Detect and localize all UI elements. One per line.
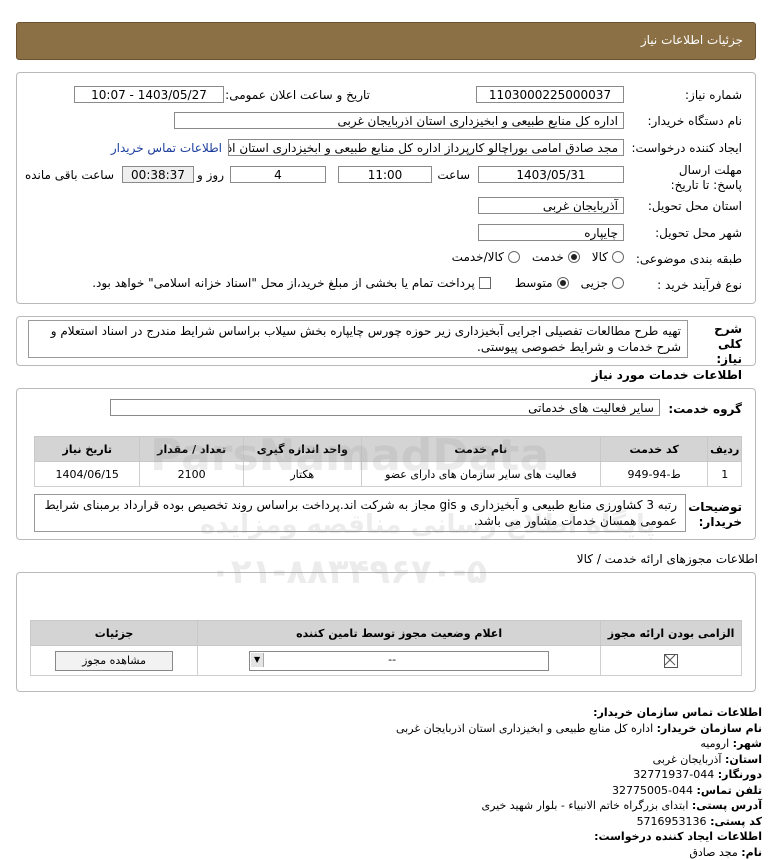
need-number-field: 1103000225000037 bbox=[476, 86, 624, 103]
service-group-field: سایر فعالیت های خدماتی bbox=[110, 399, 660, 416]
creator-name: نام: مجد صادق bbox=[12, 845, 762, 860]
category-option-goods[interactable]: کالا bbox=[592, 250, 624, 264]
days-label: روز و bbox=[197, 168, 224, 182]
buyer-label: نام دستگاه خریدار: bbox=[648, 114, 743, 128]
radio-goods-service[interactable] bbox=[508, 251, 520, 263]
contact-org: نام سازمان خریدار: اداره کل منابع طبیعی … bbox=[12, 721, 762, 737]
contact-province: استان: آذربایجان غربی bbox=[12, 752, 762, 768]
col-date: تاریخ نیاز bbox=[35, 437, 140, 462]
description-text: تهیه طرح مطالعات تفصیلی اجرایی آبخیزداری… bbox=[28, 320, 688, 358]
remaining-time-field: 00:38:37 bbox=[122, 166, 194, 183]
radio-goods[interactable] bbox=[612, 251, 624, 263]
deadline-time-label: ساعت bbox=[437, 168, 470, 182]
category-option-service[interactable]: خدمت bbox=[532, 250, 580, 264]
announce-date-field: 1403/05/27 - 10:07 bbox=[74, 86, 224, 103]
col-unit: واحد اندازه گیری bbox=[243, 437, 361, 462]
process-option-medium[interactable]: متوسط bbox=[515, 276, 569, 290]
service-group-label: گروه خدمت: bbox=[668, 402, 742, 416]
contact-phone: تلفن تماس: 044-32775005 bbox=[12, 783, 762, 799]
status-cell: -- ▼ bbox=[198, 646, 601, 676]
category-option-goods-service[interactable]: کالا/خدمت bbox=[452, 250, 520, 264]
description-label: شرح کلی نیاز: bbox=[706, 322, 742, 367]
province-field: آذربایجان غربی bbox=[478, 197, 624, 214]
col-row: ردیف bbox=[708, 437, 742, 462]
permits-title: اطلاعات مجوزهای ارائه خدمت / کالا bbox=[577, 552, 758, 566]
deadline-label: مهلت ارسال پاسخ: تا تاریخ: bbox=[652, 163, 742, 193]
page-title: جزئیات اطلاعات نیاز bbox=[641, 33, 743, 47]
cell-unit: هکتار bbox=[243, 462, 361, 487]
col-code: کد خدمت bbox=[600, 437, 708, 462]
col-name: نام خدمت bbox=[361, 437, 600, 462]
permits-table-header: الزامی بودن ارائه مجوز اعلام وضعیت مجوز … bbox=[31, 621, 742, 646]
view-permit-button[interactable]: مشاهده مجوز bbox=[55, 651, 173, 671]
services-table-header: ردیف کد خدمت نام خدمت واحد اندازه گیری ت… bbox=[35, 437, 742, 462]
required-cell bbox=[601, 646, 742, 676]
contact-address: آدرس پستی: ابتدای بزرگراه خاتم الانبیاء … bbox=[12, 798, 762, 814]
process-option-minor[interactable]: جزیی bbox=[581, 276, 624, 290]
buyer-field: اداره کل منابع طبیعی و ابخیزداری استان ا… bbox=[174, 112, 624, 129]
radio-medium[interactable] bbox=[557, 277, 569, 289]
category-label: طبقه بندی موضوعی: bbox=[636, 252, 742, 266]
creator-field: مجد صادق امامی بوراچالو کارپرداز اداره ک… bbox=[228, 139, 624, 156]
contact-postal: کد پستی: 5716953136 bbox=[12, 814, 762, 830]
creator-label: ایجاد کننده درخواست: bbox=[631, 141, 742, 155]
deadline-time-field: 11:00 bbox=[338, 166, 432, 183]
remaining-time-label: ساعت باقی مانده bbox=[25, 168, 114, 182]
page-header: جزئیات اطلاعات نیاز bbox=[16, 22, 756, 60]
cell-name: فعالیت های سایر سازمان های دارای عضو bbox=[361, 462, 600, 487]
city-label: شهر محل تحویل: bbox=[655, 226, 742, 240]
col-qty: تعداد / مقدار bbox=[140, 437, 243, 462]
province-label: استان محل تحویل: bbox=[648, 199, 742, 213]
col-status: اعلام وضعیت مجوز توسط تامین کننده bbox=[198, 621, 601, 646]
cell-qty: 2100 bbox=[140, 462, 243, 487]
cell-code: ط-94-949 bbox=[600, 462, 708, 487]
need-number-label: شماره نیاز: bbox=[685, 88, 742, 102]
contact-fax: دورنگار: 044-32771937 bbox=[12, 767, 762, 783]
table-row: 1 ط-94-949 فعالیت های سایر سازمان های دا… bbox=[35, 462, 742, 487]
table-row: -- ▼ مشاهده مجوز bbox=[31, 646, 742, 676]
city-field: چایپاره bbox=[478, 224, 624, 241]
contact-title: اطلاعات تماس سازمان خریدار: bbox=[12, 705, 762, 721]
need-info-panel bbox=[16, 72, 756, 304]
buyer-notes-label: توضیحات خریدار: bbox=[688, 500, 742, 530]
required-checkbox-icon bbox=[664, 654, 678, 668]
creator-info-title: اطلاعات ایجاد کننده درخواست: bbox=[12, 829, 762, 845]
radio-service[interactable] bbox=[568, 251, 580, 263]
radio-minor[interactable] bbox=[612, 277, 624, 289]
deadline-date-field: 1403/05/31 bbox=[478, 166, 624, 183]
permits-table: الزامی بودن ارائه مجوز اعلام وضعیت مجوز … bbox=[30, 620, 742, 676]
process-radio-group: جزیی متوسط پرداخت تمام یا بخشی از مبلغ خ… bbox=[92, 276, 624, 290]
remaining-days-field: 4 bbox=[230, 166, 326, 183]
services-table: ردیف کد خدمت نام خدمت واحد اندازه گیری ت… bbox=[34, 436, 742, 487]
col-required: الزامی بودن ارائه مجوز bbox=[601, 621, 742, 646]
col-details: جزئیات bbox=[31, 621, 198, 646]
contact-section: اطلاعات تماس سازمان خریدار: نام سازمان خ… bbox=[12, 705, 762, 860]
permit-status-select[interactable]: -- ▼ bbox=[249, 651, 549, 671]
payment-option[interactable]: پرداخت تمام یا بخشی از مبلغ خرید،از محل … bbox=[92, 276, 491, 290]
contact-city: شهر: ارومیه bbox=[12, 736, 762, 752]
cell-row: 1 bbox=[708, 462, 742, 487]
buyer-notes-text: رتبه 3 کشاورزی منابع طبیعی و آبخیزداری و… bbox=[34, 494, 686, 532]
dropdown-arrow-icon: ▼ bbox=[251, 653, 264, 667]
announce-date-label: تاریخ و ساعت اعلان عمومی: bbox=[225, 88, 370, 102]
services-section-title: اطلاعات خدمات مورد نیاز bbox=[592, 368, 742, 382]
process-label: نوع فرآیند خرید : bbox=[657, 278, 742, 292]
category-radio-group: کالا خدمت کالا/خدمت bbox=[452, 250, 624, 264]
payment-checkbox[interactable] bbox=[479, 277, 491, 289]
details-cell: مشاهده مجوز bbox=[31, 646, 198, 676]
buyer-contact-link[interactable]: اطلاعات تماس خریدار bbox=[111, 141, 222, 155]
cell-date: 1404/06/15 bbox=[35, 462, 140, 487]
